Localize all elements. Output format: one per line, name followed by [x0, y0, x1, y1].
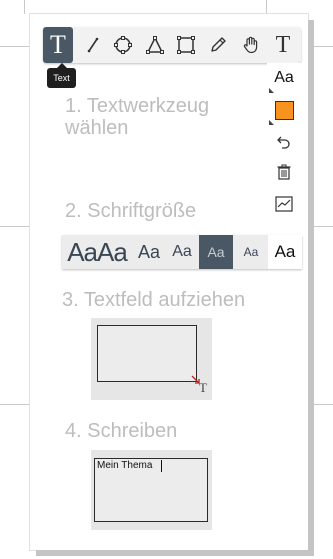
text-tool-2-button[interactable]: T [268, 27, 298, 63]
size-option-label: AaAa [67, 236, 128, 267]
grid-line [0, 404, 30, 405]
circle-tool-button[interactable] [108, 27, 138, 63]
size-option-label: Aa [172, 243, 192, 260]
size-option[interactable]: Aa [236, 235, 266, 269]
trash-icon [277, 164, 291, 180]
font-size-button[interactable]: Aa [269, 63, 299, 93]
tooltip-label: Text [53, 73, 70, 83]
step-4-text: 4. Schreiben [65, 420, 178, 442]
textfield-demo-image: T [91, 318, 212, 400]
size-option-label: Aa [274, 242, 296, 261]
writing-demo-image: Mein Thema [91, 450, 212, 530]
pencil-icon [211, 37, 226, 52]
text-T-icon: T [275, 32, 291, 58]
tool-options-sidebar: Aa [267, 63, 301, 225]
step-2-text: 2. Schriftgröße [65, 200, 197, 222]
demo-typed-text: Mein Thema [97, 460, 153, 471]
chart-button[interactable] [269, 189, 299, 219]
grid-line [266, 0, 267, 14]
size-option[interactable]: Aa [268, 235, 302, 269]
dropdown-corner-icon [269, 120, 274, 125]
grid-line [0, 226, 30, 227]
text-tool-button[interactable]: T [43, 27, 73, 63]
step-1-text: 1. Textwerkzeug wählen [65, 95, 210, 139]
delete-button[interactable] [269, 157, 299, 187]
rectangle-icon [177, 36, 195, 54]
font-size-label: Aa [274, 69, 294, 86]
undo-icon [277, 136, 290, 149]
size-option[interactable]: Aa [132, 235, 166, 269]
grid-line [24, 0, 25, 14]
dropdown-corner-icon [269, 88, 274, 93]
rectangle-tool-button[interactable] [171, 27, 201, 63]
grid-line [305, 46, 333, 47]
font-size-bar: AaAa Aa Aa Aa Aa Aa [62, 235, 302, 269]
textfield-rect [97, 325, 197, 382]
color-picker-button[interactable] [269, 95, 299, 125]
drawing-toolbar: T T [43, 27, 301, 63]
grid-line [305, 226, 333, 227]
line-icon [87, 37, 99, 53]
text-cursor-icon: T [199, 380, 207, 395]
circle-icon [114, 36, 132, 54]
hand-tool-button[interactable] [236, 27, 266, 63]
grid-line [0, 46, 30, 47]
size-option-label: Aa [137, 241, 161, 262]
line-tool-button[interactable] [78, 27, 108, 63]
triangle-tool-button[interactable] [140, 27, 170, 63]
tooltip: Text [47, 63, 76, 88]
size-option-label: Aa [243, 245, 259, 259]
step-3-text: 3. Textfeld aufziehen [62, 289, 246, 311]
size-option[interactable]: Aa [199, 235, 233, 269]
grid-line [305, 404, 333, 405]
color-swatch [274, 100, 294, 120]
triangle-icon [146, 36, 164, 54]
undo-button[interactable] [269, 127, 299, 157]
text-caret [161, 460, 162, 472]
size-option[interactable]: AaAa [62, 235, 132, 269]
text-T-icon: T [50, 30, 66, 59]
size-option-label: Aa [207, 244, 225, 260]
size-option[interactable]: Aa [166, 235, 198, 269]
hand-icon [243, 36, 258, 54]
chart-icon [275, 196, 293, 212]
pencil-tool-button[interactable] [203, 27, 233, 63]
